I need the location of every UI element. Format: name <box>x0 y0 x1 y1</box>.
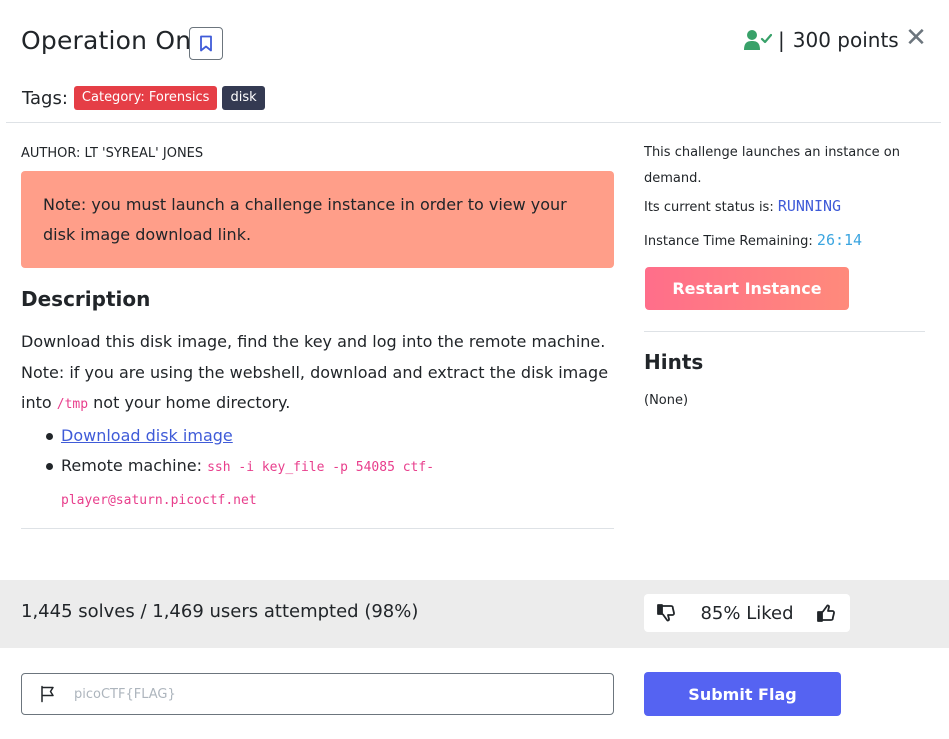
flag-field[interactable] <box>21 673 614 715</box>
sidebar-divider <box>644 331 925 332</box>
stats-bar: 1,445 solves / 1,469 users attempted (98… <box>0 580 949 648</box>
challenge-body: AUTHOR: LT 'SYREAL' JONES Note: you must… <box>21 146 614 516</box>
time-label: Instance Time Remaining: <box>644 234 817 249</box>
body-divider <box>21 528 614 529</box>
flag-input[interactable] <box>74 686 594 702</box>
launch-note: Note: you must launch a challenge instan… <box>21 171 614 268</box>
description-line-1: Download this disk image, find the key a… <box>21 332 606 351</box>
list-item: Download disk image <box>45 421 614 452</box>
resource-list: Download disk image Remote machine: ssh … <box>45 421 614 517</box>
points-separator: | <box>778 28 785 52</box>
hints-value: (None) <box>644 393 689 408</box>
submit-flag-button[interactable]: Submit Flag <box>644 672 841 716</box>
solves-text: 1,445 solves / 1,469 users attempted (98… <box>21 601 419 622</box>
restart-instance-button[interactable]: Restart Instance <box>645 267 849 310</box>
bookmark-icon <box>200 35 212 52</box>
thumbs-up-button[interactable] <box>817 603 837 623</box>
launch-text: This challenge launches an instance on d… <box>644 145 900 186</box>
tags-row: Tags: Category: Forensics disk <box>22 86 270 110</box>
header-divider <box>6 122 941 123</box>
hints-title: Hints <box>644 350 704 374</box>
status-line: Its current status is: RUNNING <box>644 192 925 222</box>
description-title: Description <box>21 287 151 311</box>
flag-icon-wrap <box>22 685 74 703</box>
flag-icon <box>41 685 54 703</box>
thumbs-down-button[interactable] <box>657 603 677 623</box>
close-icon: ✕ <box>905 23 927 53</box>
remote-label: Remote machine: <box>61 456 208 475</box>
thumbs-up-icon <box>817 604 835 622</box>
status-value: RUNNING <box>777 197 842 215</box>
tag-category[interactable]: Category: Forensics <box>73 86 218 110</box>
close-button[interactable]: ✕ <box>905 25 927 51</box>
points-display: | 300 points <box>744 28 899 52</box>
bookmark-button[interactable] <box>189 27 223 60</box>
challenge-header: Operation Oni | 300 points ✕ Tags: Categ… <box>0 0 949 122</box>
tags-label: Tags: <box>22 87 68 109</box>
page-title: Operation Oni <box>21 26 199 55</box>
download-disk-link[interactable]: Download disk image <box>61 426 233 445</box>
description-text: Download this disk image, find the key a… <box>21 327 614 421</box>
time-value: 26:14 <box>816 231 863 249</box>
time-line: Instance Time Remaining: 26:14 <box>644 226 925 256</box>
liked-percentage: 85% Liked <box>700 602 794 624</box>
author-line: AUTHOR: LT 'SYREAL' JONES <box>21 146 204 161</box>
like-widget: 85% Liked <box>644 594 850 632</box>
thumbs-down-icon <box>657 604 675 622</box>
list-item: Remote machine: ssh -i key_file -p 54085… <box>45 451 614 516</box>
description-line-2: Note: if you are using the webshell, dow… <box>21 358 614 421</box>
description-note-suffix: not your home directory. <box>88 393 291 412</box>
status-label: Its current status is: <box>644 200 778 215</box>
points-value: 300 points <box>792 28 899 52</box>
tmp-path: /tmp <box>56 397 89 412</box>
tag-disk[interactable]: disk <box>222 86 265 110</box>
instance-panel: This challenge launches an instance on d… <box>644 140 925 408</box>
user-check-icon <box>744 30 772 50</box>
